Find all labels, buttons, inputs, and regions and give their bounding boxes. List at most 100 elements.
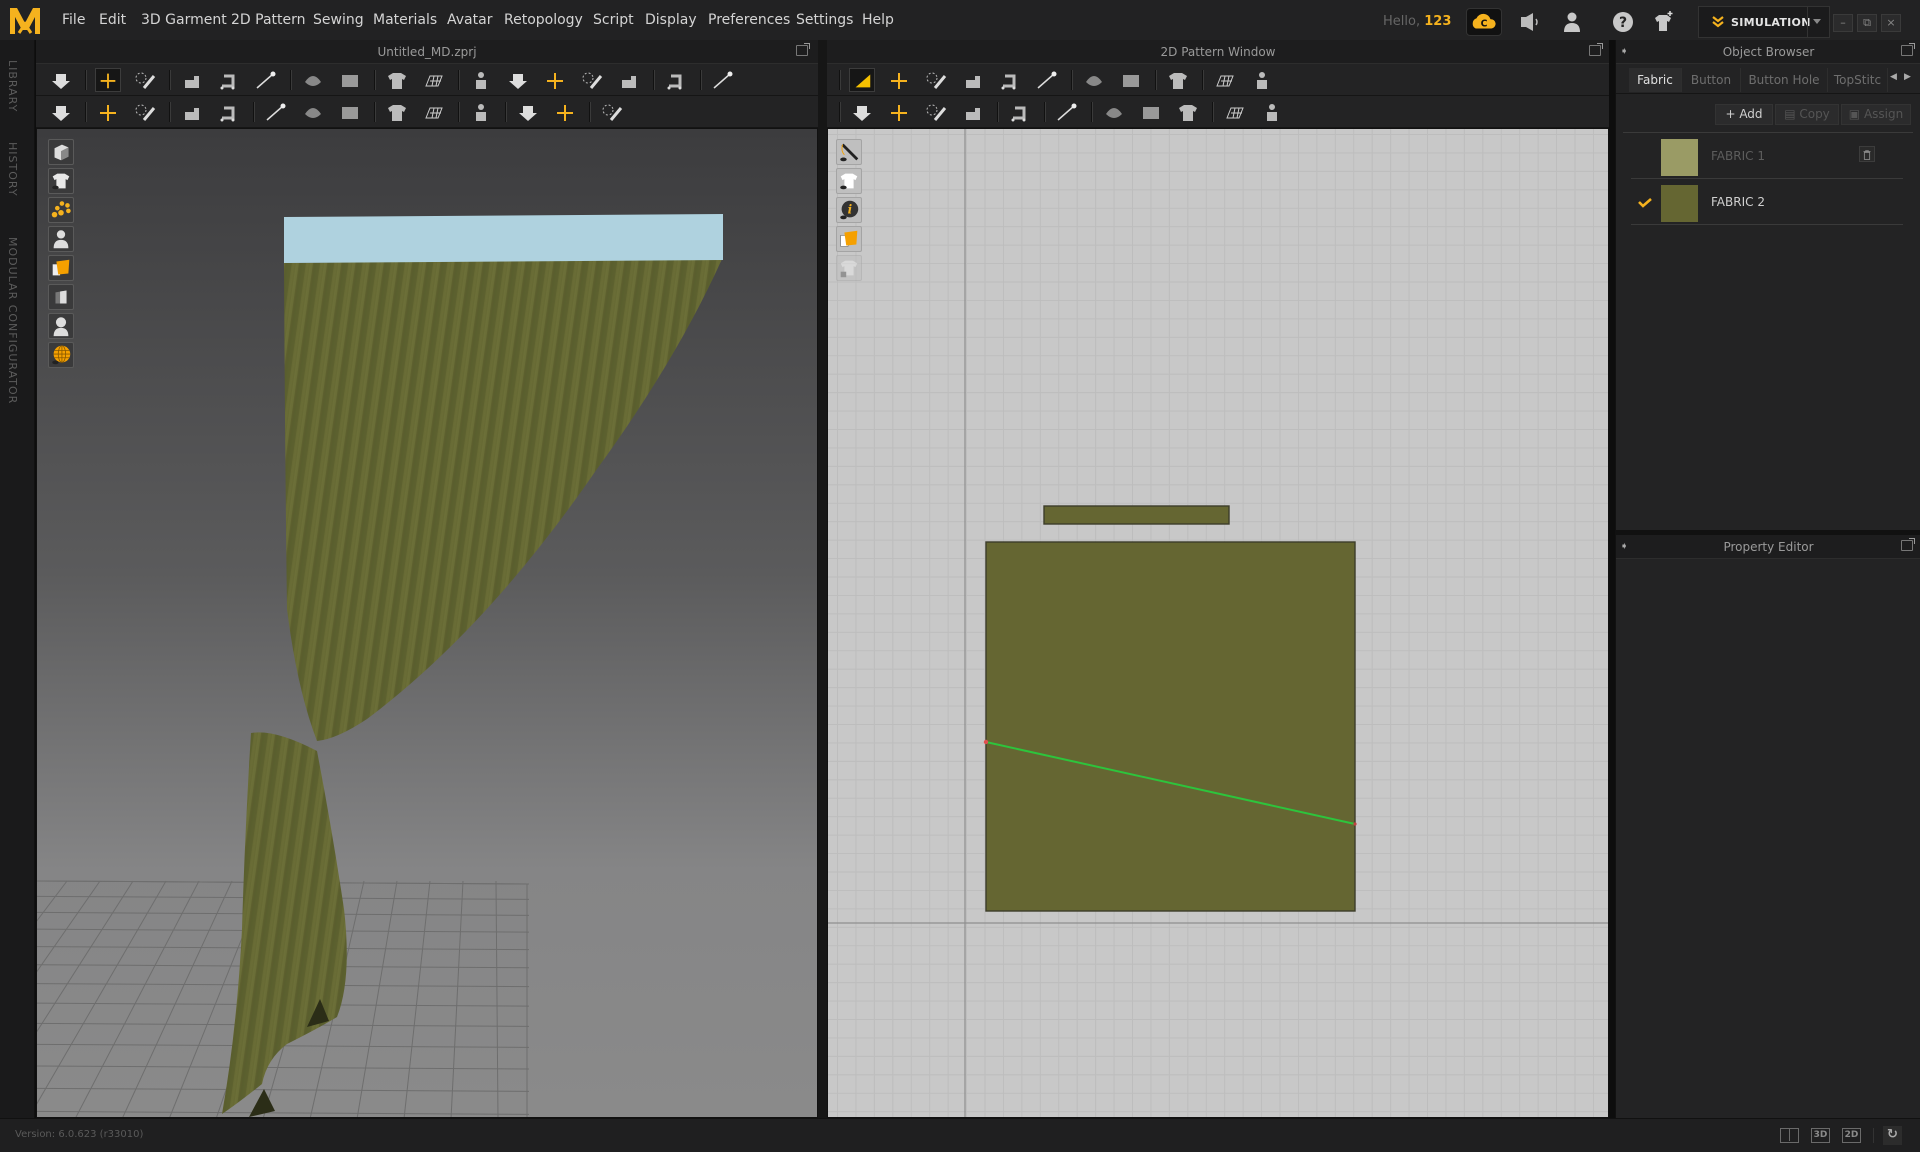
fabric-texture-button[interactable] [836, 226, 862, 252]
cloud-button[interactable]: C [1466, 8, 1502, 36]
tab-library[interactable]: LIBRARY [6, 60, 19, 112]
2d-pattern-viewport[interactable]: i [827, 128, 1609, 1118]
show-2d-garment-button[interactable] [836, 168, 862, 194]
texture-editor-tool[interactable] [710, 68, 736, 92]
announcement-icon[interactable] [1517, 10, 1541, 34]
fabric-texture-tool[interactable] [337, 100, 363, 124]
edit-curvature-tool[interactable] [384, 68, 410, 92]
menu-preferences[interactable]: Preferences [708, 12, 790, 28]
select-mesh-brush-tool[interactable] [132, 68, 158, 92]
symmetric-pattern-tool[interactable] [1165, 68, 1191, 92]
elastic-edit-tool[interactable] [552, 100, 578, 124]
buttonhole-tool[interactable] [421, 100, 447, 124]
fabric-list-item[interactable]: FABRIC 1 [1631, 133, 1903, 179]
show-arrangement-points-button[interactable] [48, 197, 74, 223]
show-avatar-x-ray-tool[interactable] [542, 68, 568, 92]
steam-tool[interactable] [1007, 100, 1033, 124]
show-avatar-stitches-tool[interactable] [579, 68, 605, 92]
edit-sewing-tool[interactable] [253, 68, 279, 92]
menu-avatar[interactable]: Avatar [447, 12, 492, 28]
popout-icon[interactable] [796, 43, 810, 56]
minimize-button[interactable]: – [1833, 14, 1853, 32]
fold-tool[interactable] [663, 68, 689, 92]
reset-2d-arrangement-tool[interactable] [421, 68, 447, 92]
fabric-list-item[interactable]: FABRIC 2 [1631, 179, 1903, 225]
pane-splitter[interactable] [818, 40, 827, 1118]
popout-icon[interactable] [1589, 43, 1603, 56]
texture-display-tool[interactable] [263, 100, 289, 124]
delete-fabric-button[interactable] [1859, 146, 1875, 162]
add-garment-icon[interactable] [1651, 10, 1675, 34]
fold-arrangement-tool[interactable] [1118, 68, 1144, 92]
tab-history[interactable]: HISTORY [6, 142, 19, 197]
steam-tool[interactable] [616, 68, 642, 92]
menu-script[interactable]: Script [593, 12, 634, 28]
show-3d-garment-tool[interactable] [468, 68, 494, 92]
simulation-tool[interactable] [48, 68, 74, 92]
rectangle-tool[interactable] [997, 68, 1023, 92]
dash-line-tool[interactable] [1259, 100, 1285, 124]
segment-sewing-tool[interactable] [849, 100, 875, 124]
2d-view-button[interactable]: 2D [1842, 1128, 1861, 1143]
edit-sewing-tool[interactable] [923, 100, 949, 124]
zipper-tool[interactable] [468, 100, 494, 124]
polygon-tool[interactable] [960, 68, 986, 92]
transform-pattern-tool[interactable] [849, 68, 875, 92]
measure-tool[interactable] [599, 100, 625, 124]
garment-shading-button[interactable] [48, 284, 74, 310]
show-grid-button[interactable] [48, 342, 74, 368]
grid-texture-tool[interactable] [1249, 68, 1275, 92]
show-avatar-tool[interactable] [505, 68, 531, 92]
select-move-tool[interactable] [95, 68, 121, 92]
edit-curve-point-tool[interactable] [923, 68, 949, 92]
tab-scroll-right-icon[interactable]: ▶ [1904, 72, 1911, 82]
free-sewing-tool[interactable] [216, 68, 242, 92]
check-sewing-tool[interactable] [960, 100, 986, 124]
split-view-button[interactable] [1780, 1128, 1799, 1143]
tack-tool[interactable] [337, 68, 363, 92]
edit-pattern-tool[interactable] [886, 68, 912, 92]
3d-viewport[interactable] [36, 128, 818, 1118]
menu-settings[interactable]: Settings [796, 12, 853, 28]
tab-button[interactable]: Button [1682, 68, 1741, 92]
popout-icon[interactable] [1901, 538, 1915, 551]
trace-tool[interactable] [1081, 68, 1107, 92]
fabric-texture-button[interactable] [48, 255, 74, 281]
tab-scroll-left-icon[interactable]: ◀ [1890, 72, 1897, 82]
menu-sewing[interactable]: Sewing [313, 12, 364, 28]
puckering-tool[interactable] [179, 100, 205, 124]
internal-shape-tool[interactable] [1034, 68, 1060, 92]
texture-display-tool[interactable] [1101, 100, 1127, 124]
user-icon[interactable] [1560, 10, 1584, 34]
avatar-pose-tool[interactable] [48, 100, 74, 124]
tab-button-hole[interactable]: Button Hole [1741, 68, 1828, 92]
menu-display[interactable]: Display [645, 12, 697, 28]
avatar-display-button[interactable] [48, 313, 74, 339]
show-info-button[interactable]: i [836, 197, 862, 223]
show-sewing-lines-button[interactable] [836, 139, 862, 165]
line-tool[interactable] [1222, 100, 1248, 124]
edit-puckering-tool[interactable] [216, 100, 242, 124]
assign-fabric-button[interactable]: ▣ Assign [1841, 104, 1911, 125]
3d-view-button[interactable]: 3D [1811, 1128, 1830, 1143]
simulation-mode-dropdown[interactable]: SIMULATION [1698, 6, 1830, 38]
pin-tool[interactable] [300, 68, 326, 92]
refresh-button[interactable]: ↻ [1883, 1126, 1902, 1145]
tab-fabric[interactable]: Fabric [1629, 68, 1682, 92]
topstitch-tool[interactable] [95, 100, 121, 124]
free-sewing-tool[interactable] [886, 100, 912, 124]
menu-edit[interactable]: Edit [99, 12, 126, 28]
baseline-tool[interactable] [1212, 68, 1238, 92]
edit-topstitch-tool[interactable] [132, 100, 158, 124]
show-pattern-tool[interactable] [1054, 100, 1080, 124]
help-icon[interactable]: ? [1611, 10, 1635, 34]
elastic-tool[interactable] [515, 100, 541, 124]
menu-materials[interactable]: Materials [373, 12, 437, 28]
lock-pattern-button[interactable] [836, 255, 862, 281]
add-fabric-button[interactable]: + Add [1715, 104, 1773, 125]
show-garment-button[interactable] [48, 168, 74, 194]
segment-sewing-tool[interactable] [179, 68, 205, 92]
show-3d-garment-button[interactable] [48, 139, 74, 165]
graphic-tool[interactable] [1138, 100, 1164, 124]
restore-button[interactable]: ⧉ [1857, 14, 1877, 32]
